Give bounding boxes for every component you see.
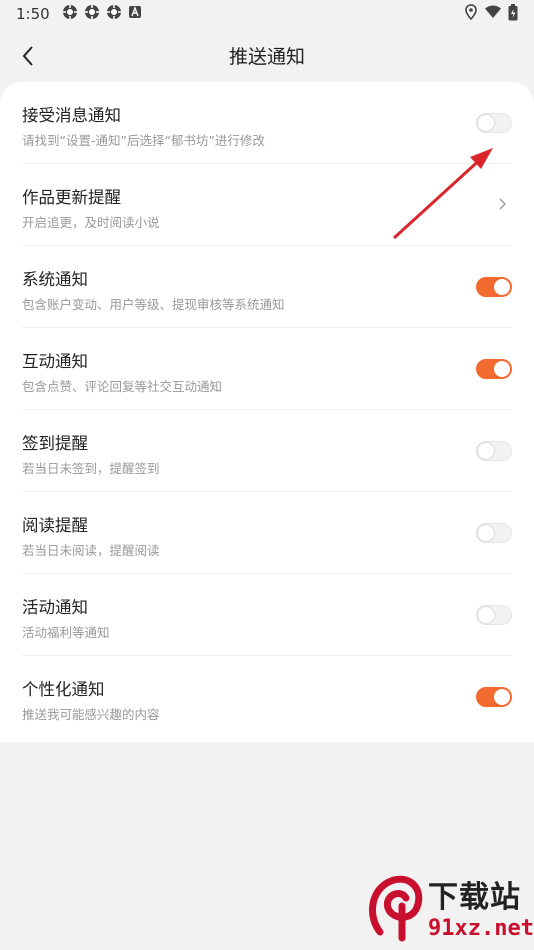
setting-row-system-notification[interactable]: 系统通知 包含账户变动、用户等级、提现审核等系统通知 bbox=[22, 246, 512, 328]
toggle-knob bbox=[494, 689, 510, 705]
toggle-knob bbox=[478, 607, 494, 623]
gear-icon bbox=[84, 4, 100, 24]
watermark-top-text: 下载站 bbox=[428, 880, 521, 915]
interaction-notification-toggle[interactable] bbox=[476, 359, 512, 379]
watermark-logo-icon bbox=[369, 875, 423, 942]
location-icon bbox=[464, 4, 478, 24]
setting-title: 签到提醒 bbox=[22, 434, 88, 453]
setting-title: 活动通知 bbox=[22, 598, 88, 617]
page-title: 推送通知 bbox=[228, 45, 305, 68]
toggle-knob bbox=[478, 443, 494, 459]
setting-title: 互动通知 bbox=[22, 352, 88, 371]
setting-title: 系统通知 bbox=[22, 270, 88, 289]
toggle-knob bbox=[494, 361, 510, 377]
setting-row-reading-reminder[interactable]: 阅读提醒 若当日未阅读，提醒阅读 bbox=[22, 492, 512, 574]
setting-subtitle: 开启追更，及时阅读小说 bbox=[22, 215, 160, 230]
reading-reminder-toggle[interactable] bbox=[476, 523, 512, 543]
system-notification-toggle[interactable] bbox=[476, 277, 512, 297]
setting-subtitle: 推送我可能感兴趣的内容 bbox=[22, 707, 160, 722]
back-button[interactable] bbox=[10, 38, 46, 74]
settings-list: 接受消息通知 请找到“设置-通知”后选择“郁书坊”进行修改 作品更新提醒 开启追… bbox=[0, 82, 534, 742]
setting-row-activity-notification[interactable]: 活动通知 活动福利等通知 bbox=[22, 574, 512, 656]
setting-subtitle: 活动福利等通知 bbox=[22, 625, 110, 640]
chevron-right-icon[interactable] bbox=[496, 194, 510, 214]
gear-icon bbox=[62, 4, 78, 24]
chevron-left-icon bbox=[22, 46, 33, 66]
toggle-knob bbox=[478, 115, 494, 131]
toggle-knob bbox=[478, 525, 494, 541]
wifi-icon bbox=[484, 5, 502, 23]
text-a-icon bbox=[128, 5, 142, 23]
setting-title: 阅读提醒 bbox=[22, 516, 88, 535]
title-bar: 推送通知 bbox=[0, 28, 534, 82]
setting-title: 接受消息通知 bbox=[22, 106, 121, 125]
watermark: 下载站 91xz.net bbox=[362, 872, 534, 946]
setting-row-update-reminder[interactable]: 作品更新提醒 开启追更，及时阅读小说 bbox=[22, 164, 512, 246]
status-time: 1:50 bbox=[16, 5, 50, 23]
setting-title: 个性化通知 bbox=[22, 680, 105, 699]
setting-title: 作品更新提醒 bbox=[22, 188, 121, 207]
personalized-notification-toggle[interactable] bbox=[476, 687, 512, 707]
toggle-knob bbox=[494, 279, 510, 295]
setting-subtitle: 包含点赞、评论回复等社交互动通知 bbox=[22, 379, 223, 394]
setting-subtitle: 包含账户变动、用户等级、提现审核等系统通知 bbox=[22, 297, 285, 312]
battery-icon bbox=[508, 3, 518, 25]
setting-subtitle: 若当日未阅读，提醒阅读 bbox=[22, 543, 160, 558]
checkin-reminder-toggle[interactable] bbox=[476, 441, 512, 461]
setting-subtitle: 请找到“设置-通知”后选择“郁书坊”进行修改 bbox=[22, 133, 265, 148]
setting-row-interaction-notification[interactable]: 互动通知 包含点赞、评论回复等社交互动通知 bbox=[22, 328, 512, 410]
gear-icon bbox=[106, 4, 122, 24]
setting-subtitle: 若当日未签到，提醒签到 bbox=[22, 461, 160, 476]
setting-row-checkin-reminder[interactable]: 签到提醒 若当日未签到，提醒签到 bbox=[22, 410, 512, 492]
setting-row-personalized-notification[interactable]: 个性化通知 推送我可能感兴趣的内容 bbox=[22, 656, 512, 738]
watermark-bottom-text: 91xz.net bbox=[428, 916, 534, 941]
setting-row-receive-messages[interactable]: 接受消息通知 请找到“设置-通知”后选择“郁书坊”进行修改 bbox=[22, 82, 512, 164]
status-bar: 1:50 bbox=[0, 0, 534, 28]
receive-messages-toggle[interactable] bbox=[476, 113, 512, 133]
activity-notification-toggle[interactable] bbox=[476, 605, 512, 625]
